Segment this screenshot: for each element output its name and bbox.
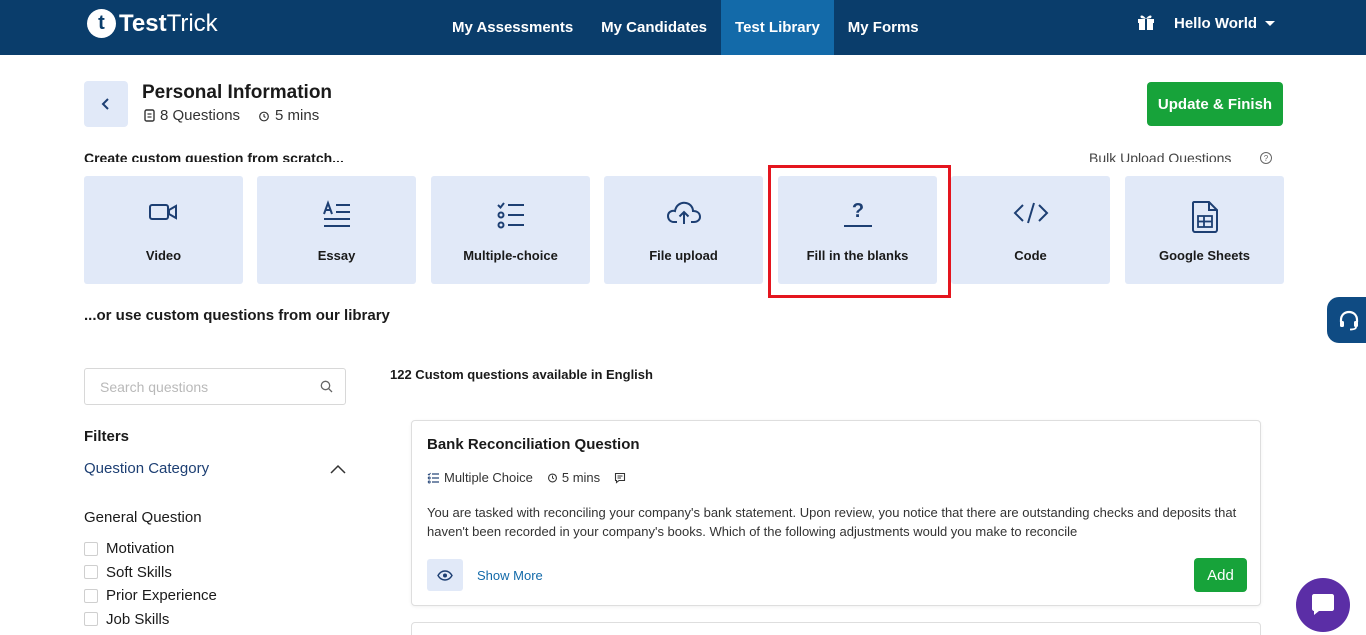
question-card: Bank Reconciliation Question Multiple Ch… — [411, 420, 1261, 606]
assessment-duration: 5 mins — [275, 107, 320, 124]
question-mark-icon: ? — [843, 200, 872, 227]
tile-label: Multiple-choice — [463, 248, 558, 263]
bulk-upload-link[interactable]: Bulk Upload Questions — [1089, 148, 1231, 162]
available-count: 122 Custom questions available in Englis… — [390, 367, 653, 382]
video-icon — [148, 204, 177, 220]
question-count: 8 Questions — [160, 107, 241, 124]
question-category-toggle[interactable]: Question Category — [84, 460, 209, 477]
tile-label: Video — [145, 248, 182, 263]
search-icon[interactable] — [320, 380, 333, 393]
user-menu[interactable]: Hello World — [1174, 15, 1276, 32]
tile-label: Fill in the blanks — [806, 248, 909, 263]
chat-button[interactable] — [1296, 578, 1350, 632]
cloud-upload-icon — [666, 201, 701, 224]
tile-multiple-choice[interactable]: Multiple-choice — [431, 176, 590, 284]
support-button[interactable] — [1327, 297, 1366, 343]
update-finish-button[interactable]: Update & Finish — [1147, 82, 1283, 126]
chevron-up-icon[interactable] — [330, 464, 346, 474]
eye-icon — [437, 569, 453, 581]
question-description: You are tasked with reconciling your com… — [427, 505, 1237, 539]
checkbox[interactable] — [84, 588, 98, 603]
list-check-icon — [496, 202, 524, 229]
option-motivation[interactable]: Motivation — [84, 537, 217, 561]
question-meta: Multiple Choice 5 mins — [427, 470, 630, 485]
tile-code[interactable]: Code — [951, 176, 1110, 284]
question-duration: 5 mins — [561, 470, 601, 485]
tile-label: File upload — [649, 248, 718, 263]
tile-file-upload[interactable]: File upload — [604, 176, 763, 284]
tile-fill-in-the-blanks[interactable]: ? Fill in the blanks — [778, 176, 937, 284]
essay-icon — [322, 200, 350, 227]
option-soft-skills[interactable]: Soft Skills — [84, 561, 217, 585]
search-input[interactable] — [85, 369, 305, 404]
tile-video[interactable]: Video — [84, 176, 243, 284]
tile-label: Code — [1014, 248, 1047, 263]
search-box — [84, 368, 346, 405]
preview-button[interactable] — [427, 559, 463, 591]
help-icon[interactable]: ? — [1260, 152, 1272, 164]
tile-essay[interactable]: Essay — [257, 176, 416, 284]
alarm-clock-icon — [259, 111, 269, 121]
headset-icon — [1339, 310, 1359, 331]
filters-heading: Filters — [84, 428, 130, 445]
general-question-group: General Question — [84, 509, 202, 526]
library-section-label: ...or use custom questions from our libr… — [84, 307, 390, 324]
back-button[interactable] — [84, 81, 128, 127]
nav-item-my-candidates[interactable]: My Candidates — [587, 0, 721, 55]
question-card — [411, 622, 1261, 635]
nav-item-test-library[interactable]: Test Library — [721, 0, 834, 55]
tile-label: Essay — [317, 248, 356, 263]
checkbox[interactable] — [84, 612, 98, 627]
nav-item-my-forms[interactable]: My Forms — [834, 0, 933, 55]
question-title: Bank Reconciliation Question — [427, 436, 640, 453]
chevron-left-icon — [101, 98, 109, 110]
nav-menu: My Assessments My Candidates Test Librar… — [438, 0, 933, 55]
user-name: Hello World — [1174, 15, 1258, 32]
add-question-button[interactable]: Add — [1194, 558, 1247, 592]
nav-item-my-assessments[interactable]: My Assessments — [438, 0, 587, 55]
show-more-link[interactable]: Show More — [477, 568, 543, 583]
create-section-label: Create custom question from scratch... — [84, 150, 344, 162]
checkbox[interactable] — [84, 541, 98, 556]
logo-text: TestTrick — [119, 9, 218, 37]
tile-label: Google Sheets — [1158, 248, 1251, 263]
logo[interactable]: t TestTrick — [87, 9, 218, 38]
alarm-clock-icon — [547, 473, 557, 483]
question-type: Multiple Choice — [444, 470, 533, 485]
gift-icon[interactable] — [1137, 13, 1155, 31]
top-navbar: t TestTrick My Assessments My Candidates… — [0, 0, 1366, 55]
comment-icon — [615, 472, 626, 484]
assessment-meta: 8 Questions 5 mins — [144, 107, 319, 124]
tile-google-sheets[interactable]: Google Sheets — [1125, 176, 1284, 284]
option-prior-experience[interactable]: Prior Experience — [84, 584, 217, 608]
code-icon — [1013, 202, 1048, 224]
chat-icon — [1312, 594, 1334, 615]
option-job-skills[interactable]: Job Skills — [84, 608, 217, 632]
checkbox[interactable] — [84, 565, 98, 580]
logo-badge: t — [87, 9, 116, 38]
page-title: Personal Information — [142, 82, 333, 103]
svg-text:?: ? — [851, 200, 863, 222]
spreadsheet-icon — [1191, 201, 1218, 233]
list-icon — [427, 472, 439, 483]
document-icon — [144, 109, 155, 122]
caret-down-icon — [1265, 21, 1276, 26]
category-options: Motivation Soft Skills Prior Experience … — [84, 537, 217, 631]
